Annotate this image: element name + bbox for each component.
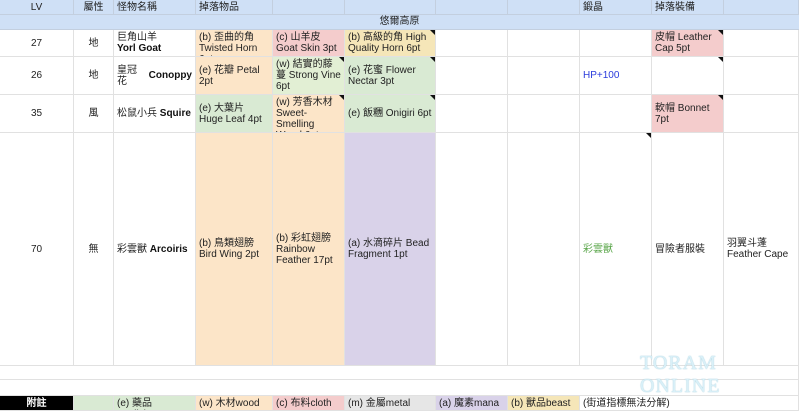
cell-smithing[interactable]: 彩雲獸 [580, 133, 652, 366]
cell-equipment[interactable]: 冒險者服裝 [652, 133, 724, 366]
footer-note[interactable]: (街道指標無法分解) [580, 396, 799, 411]
cell-empty[interactable] [508, 30, 580, 57]
header-empty[interactable] [724, 0, 799, 15]
cell-drop[interactable]: (b) 歪曲的角 Twisted Horn 6pt [196, 30, 273, 57]
cell-equipment[interactable]: 軟帽 Bonnet 7pt [652, 95, 724, 133]
cell-empty[interactable] [508, 133, 580, 366]
monster-name-en: Yorl Goat [117, 43, 162, 54]
cell-drop[interactable]: (b) 高級的角 High Quality Horn 6pt [345, 30, 436, 57]
monster-name-en: Arcoiris [149, 243, 188, 255]
region-band[interactable]: 悠爾高原 [0, 15, 799, 30]
footer-legend-wood[interactable]: (w) 木材wood [196, 396, 273, 411]
cell-drop[interactable]: (w) 芳香木材 Sweet-Smelling Wood 6pt [273, 95, 345, 133]
cell-equipment-2[interactable] [724, 57, 799, 95]
header-drops[interactable]: 掉落物品 [196, 0, 273, 15]
footer-legend-cloth[interactable]: (c) 布料cloth [273, 396, 345, 411]
cell-empty[interactable] [436, 95, 508, 133]
footer-legend-beast[interactable]: (b) 獸品beast [508, 396, 580, 411]
cell-empty[interactable] [508, 95, 580, 133]
header-empty[interactable] [345, 0, 436, 15]
cell-drop[interactable]: (a) 水滴碎片 Bead Fragment 1pt [345, 133, 436, 366]
cell-equipment[interactable]: 皮帽 Leather Cap 5pt [652, 30, 724, 57]
cell-empty[interactable] [436, 133, 508, 366]
monster-name-zh: 松鼠小兵 [117, 108, 157, 119]
cell-drop[interactable]: (e) 花瓣 Petal 2pt [196, 57, 273, 95]
watermark-logo: TORAM ONLINE [640, 352, 721, 397]
cell-equipment-2[interactable] [724, 95, 799, 133]
cell-drop[interactable]: (e) 大葉片 Huge Leaf 4pt [196, 95, 273, 133]
cell-attribute[interactable]: 風 [74, 95, 114, 133]
footer-legend-mana[interactable]: (a) 魔素mana [436, 396, 508, 411]
cell-drop[interactable]: (b) 彩虹翅膀 Rainbow Feather 17pt [273, 133, 345, 366]
cell-empty[interactable] [436, 57, 508, 95]
footer-legend-medicine[interactable]: (e) 藥品medicine [114, 396, 196, 411]
cell-drop[interactable]: (c) 山羊皮 Goat Skin 3pt [273, 30, 345, 57]
header-monster-name[interactable]: 怪物名稱 [114, 0, 196, 15]
monster-name-en: Squire [159, 108, 191, 119]
cell-drop[interactable]: (e) 飯糰 Onigiri 6pt [345, 95, 436, 133]
header-empty[interactable] [508, 0, 580, 15]
cell-equipment[interactable] [652, 57, 724, 95]
cell-attribute[interactable]: 無 [74, 133, 114, 366]
header-attribute[interactable]: 屬性 [74, 0, 114, 15]
cell-drop[interactable]: (b) 鳥類翅膀 Bird Wing 2pt [196, 133, 273, 366]
monster-name-zh: 皇冠花 [117, 64, 137, 87]
header-empty[interactable] [436, 0, 508, 15]
cell-lv[interactable]: 26 [0, 57, 74, 95]
cell-monster-name[interactable]: 巨角山羊 Yorl Goat [114, 30, 196, 57]
cell-equipment-2[interactable] [724, 30, 799, 57]
footer-legend-metal[interactable]: (m) 金屬metal [345, 396, 436, 411]
cell-lv[interactable]: 35 [0, 95, 74, 133]
cell-drop[interactable]: (w) 結實的藤蔓 Strong Vine 6pt [273, 57, 345, 95]
cell-monster-name[interactable]: 彩雲獸 Arcoiris [114, 133, 196, 366]
cell-empty[interactable] [508, 57, 580, 95]
cell-lv[interactable]: 27 [0, 30, 74, 57]
header-smithing[interactable]: 鍛晶 [580, 0, 652, 15]
cell-attribute[interactable]: 地 [74, 57, 114, 95]
header-equipment[interactable]: 掉落裝備 [652, 0, 724, 15]
spreadsheet: LV 屬性 怪物名稱 掉落物品 鍛晶 掉落裝備 悠爾高原 27 地 巨角山羊 Y… [0, 0, 799, 411]
cell-empty[interactable] [436, 30, 508, 57]
cell-attribute[interactable]: 地 [74, 30, 114, 57]
cell-monster-name[interactable]: 松鼠小兵 Squire [114, 95, 196, 133]
footer-label[interactable]: 附註 [0, 396, 74, 411]
cell-smithing[interactable] [580, 95, 652, 133]
cell-lv[interactable]: 70 [0, 133, 74, 366]
header-empty[interactable] [273, 0, 345, 15]
cell-smithing[interactable]: HP+100 [580, 57, 652, 95]
monster-name-en: Conoppy [148, 70, 192, 81]
cell-monster-name[interactable]: 皇冠花 Conoppy [114, 57, 196, 95]
monster-name-zh: 彩雲獸 [117, 243, 147, 255]
cell-equipment-2[interactable]: 羽翼斗蓬 Feather Cape [724, 133, 799, 366]
monster-name-zh: 巨角山羊 [117, 32, 157, 43]
footer-legend-swatch[interactable] [74, 396, 114, 411]
header-lv[interactable]: LV [0, 0, 74, 15]
cell-drop[interactable]: (e) 花蜜 Flower Nectar 3pt [345, 57, 436, 95]
cell-smithing[interactable] [580, 30, 652, 57]
